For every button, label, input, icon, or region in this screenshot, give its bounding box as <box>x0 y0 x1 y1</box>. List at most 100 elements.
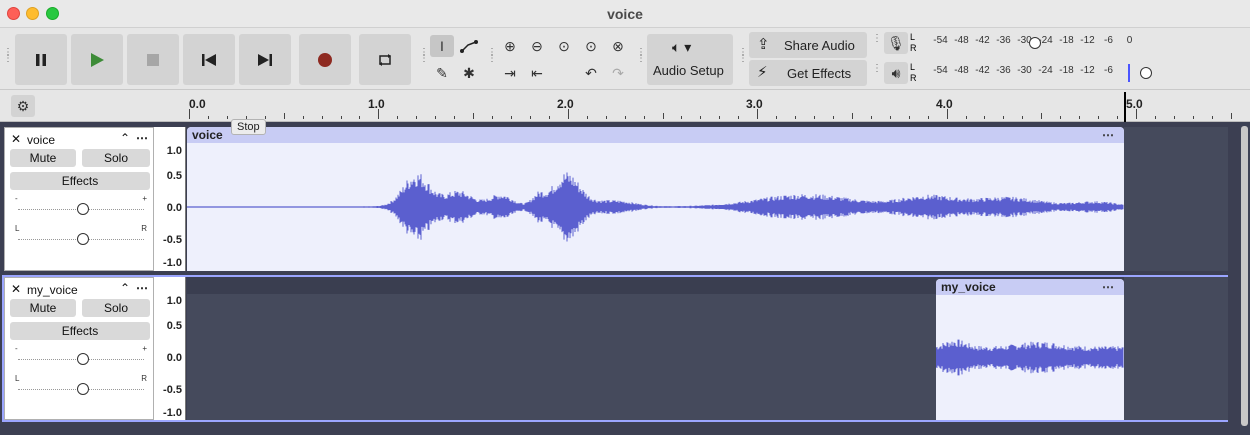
record-button[interactable] <box>299 34 351 85</box>
ruler-tick <box>1079 116 1081 119</box>
skip-to-start-button[interactable] <box>183 34 235 85</box>
undo-button[interactable]: ↶ <box>579 62 603 84</box>
toolbar-grip-icon[interactable]: ⋮ ⋮ <box>419 48 429 64</box>
fit-selection-button[interactable]: ⊙ <box>552 35 576 57</box>
toolbar-grip-icon[interactable]: ⋮ ⋮ <box>738 48 748 64</box>
audio-clip-voice[interactable]: voice ⋯ <box>187 127 1124 271</box>
track-control-panel[interactable]: ✕ my_voice ⌃ ⋯ Mute Solo Effects - + L R <box>4 277 154 420</box>
stop-button[interactable] <box>127 34 179 85</box>
pan-knob[interactable] <box>77 383 89 395</box>
ruler-tick <box>662 113 664 119</box>
gain-slider[interactable]: - + <box>15 194 147 220</box>
clip-header[interactable]: voice ⋯ <box>187 127 1124 143</box>
clip-menu-icon[interactable]: ⋯ <box>1102 127 1114 143</box>
ruler-tick <box>681 116 683 119</box>
toolbar-grip-icon[interactable]: ⋮ <box>872 64 882 74</box>
gain-knob[interactable] <box>77 203 89 215</box>
vertical-scrollbar[interactable] <box>1240 122 1250 435</box>
scrollbar-thumb[interactable] <box>1241 126 1248 426</box>
audio-clip-my-voice[interactable]: my_voice ⋯ <box>936 279 1124 420</box>
mute-button[interactable]: Mute <box>10 299 76 317</box>
ruler-label: 4.0 <box>936 97 953 111</box>
clip-menu-icon[interactable]: ⋯ <box>1102 279 1114 295</box>
effects-button[interactable]: Effects <box>10 172 150 190</box>
playback-meter-scale: -54 -48 -42 -36 -30 -24 -18 -12 -6 <box>933 65 1113 76</box>
toolbar-grip-icon[interactable]: ⋮ ⋮ <box>487 48 497 64</box>
zoom-toggle-button[interactable]: ⊗ <box>606 35 630 57</box>
empty-lane[interactable] <box>187 294 936 420</box>
solo-button[interactable]: Solo <box>82 149 150 167</box>
empty-lane[interactable] <box>187 277 936 294</box>
track-name[interactable]: voice <box>27 133 55 147</box>
meter-left-label: L <box>910 32 916 42</box>
empty-lane[interactable] <box>1124 277 1228 420</box>
playhead[interactable] <box>1124 92 1126 122</box>
waveform-path <box>187 172 1124 242</box>
i-beam-icon: I <box>440 38 444 54</box>
solo-button[interactable]: Solo <box>82 299 150 317</box>
tracks-area[interactable]: ✕ voice ⌃ ⋯ Mute Solo Effects - + L R 1.… <box>0 122 1240 435</box>
play-button[interactable] <box>71 34 123 85</box>
redo-button[interactable]: ↷ <box>606 62 630 84</box>
toolbar-grip-icon[interactable]: ⋮ ⋮ <box>636 48 646 64</box>
toolbar-grip-icon[interactable]: ⋮ <box>872 34 882 44</box>
draw-tool-button[interactable]: ✎ <box>430 62 454 84</box>
trim-button[interactable]: ⇥ <box>498 62 522 84</box>
track-menu-icon[interactable]: ⋯ <box>136 131 148 145</box>
ruler-tick <box>624 116 626 119</box>
empty-lane[interactable] <box>1124 127 1228 271</box>
skip-to-end-button[interactable] <box>239 34 291 85</box>
playback-meter-slider-knob[interactable] <box>1140 67 1152 79</box>
pan-slider[interactable]: L R <box>15 224 147 250</box>
effects-button[interactable]: Effects <box>10 322 150 340</box>
waveform-path <box>936 339 1124 376</box>
pause-button[interactable] <box>15 34 67 85</box>
track-header: ✕ my_voice ⌃ ⋯ <box>5 281 155 299</box>
track-name[interactable]: my_voice <box>27 283 78 297</box>
ruler-label: 2.0 <box>557 97 574 111</box>
share-audio-button[interactable]: ⇪ Share Audio <box>749 32 867 58</box>
remove-track-icon[interactable]: ✕ <box>11 132 21 146</box>
loop-button[interactable] <box>359 34 411 85</box>
playback-meter[interactable]: L R -54 -48 -42 -36 -30 -24 -18 -12 -6 <box>908 62 1158 84</box>
zoom-out-button[interactable]: ⊖ <box>525 35 549 57</box>
zoom-in-button[interactable]: ⊕ <box>498 35 522 57</box>
clip-header[interactable]: my_voice ⋯ <box>936 279 1124 295</box>
track-control-panel[interactable]: ✕ voice ⌃ ⋯ Mute Solo Effects - + L R <box>4 127 154 271</box>
audio-setup-button[interactable]: 🔈︎ ▾ Audio Setup <box>647 34 733 85</box>
fit-project-button[interactable]: ⊙ <box>579 35 603 57</box>
pan-slider[interactable]: L R <box>15 374 147 400</box>
stop-icon <box>147 53 159 66</box>
ruler-tick <box>321 116 323 119</box>
pan-knob[interactable] <box>77 233 89 245</box>
timeline-ruler[interactable]: ⚙︎ 0.0 1.0 2.0 3.0 4.0 5.0 <box>0 90 1250 122</box>
collapse-icon[interactable]: ⌃ <box>120 281 130 295</box>
toolbar-grip-icon[interactable]: ⋮ ⋮ <box>3 48 13 64</box>
ruler-tick <box>643 116 645 119</box>
multi-tool-button[interactable]: ✱ <box>457 62 481 84</box>
meter-right-label: R <box>910 73 917 83</box>
ruler-tick <box>832 116 834 119</box>
record-meter-slider-knob[interactable] <box>1029 37 1041 49</box>
track-my-voice[interactable]: ✕ my_voice ⌃ ⋯ Mute Solo Effects - + L R… <box>2 275 1228 422</box>
selection-tool-button[interactable]: I <box>430 35 454 57</box>
get-effects-button[interactable]: ⚡︎ Get Effects <box>749 60 867 86</box>
track-voice[interactable]: ✕ voice ⌃ ⋯ Mute Solo Effects - + L R 1.… <box>2 127 1228 271</box>
mute-button[interactable]: Mute <box>10 149 76 167</box>
silence-button[interactable]: ⇤ <box>525 62 549 84</box>
ruler-tick <box>1060 116 1062 119</box>
gain-slider[interactable]: - + <box>15 344 147 370</box>
speaker-icon: 🔊︎ <box>891 64 901 81</box>
envelope-tool-button[interactable] <box>457 35 481 57</box>
record-meter[interactable]: L R -54 -48 -42 -36 -30 -24 -18 -12 -6 0 <box>908 32 1158 54</box>
gain-knob[interactable] <box>77 353 89 365</box>
collapse-icon[interactable]: ⌃ <box>120 131 130 145</box>
gear-icon: ⚙︎ <box>16 97 30 114</box>
ruler-tick <box>795 116 797 119</box>
remove-track-icon[interactable]: ✕ <box>11 282 21 296</box>
track-menu-icon[interactable]: ⋯ <box>136 281 148 295</box>
timeline-settings-button[interactable]: ⚙︎ <box>11 95 35 117</box>
playback-meter-button[interactable]: 🔊︎ <box>884 62 908 84</box>
record-meter-button[interactable]: 🎙︎ <box>884 32 908 54</box>
ruler-tick <box>378 109 380 119</box>
